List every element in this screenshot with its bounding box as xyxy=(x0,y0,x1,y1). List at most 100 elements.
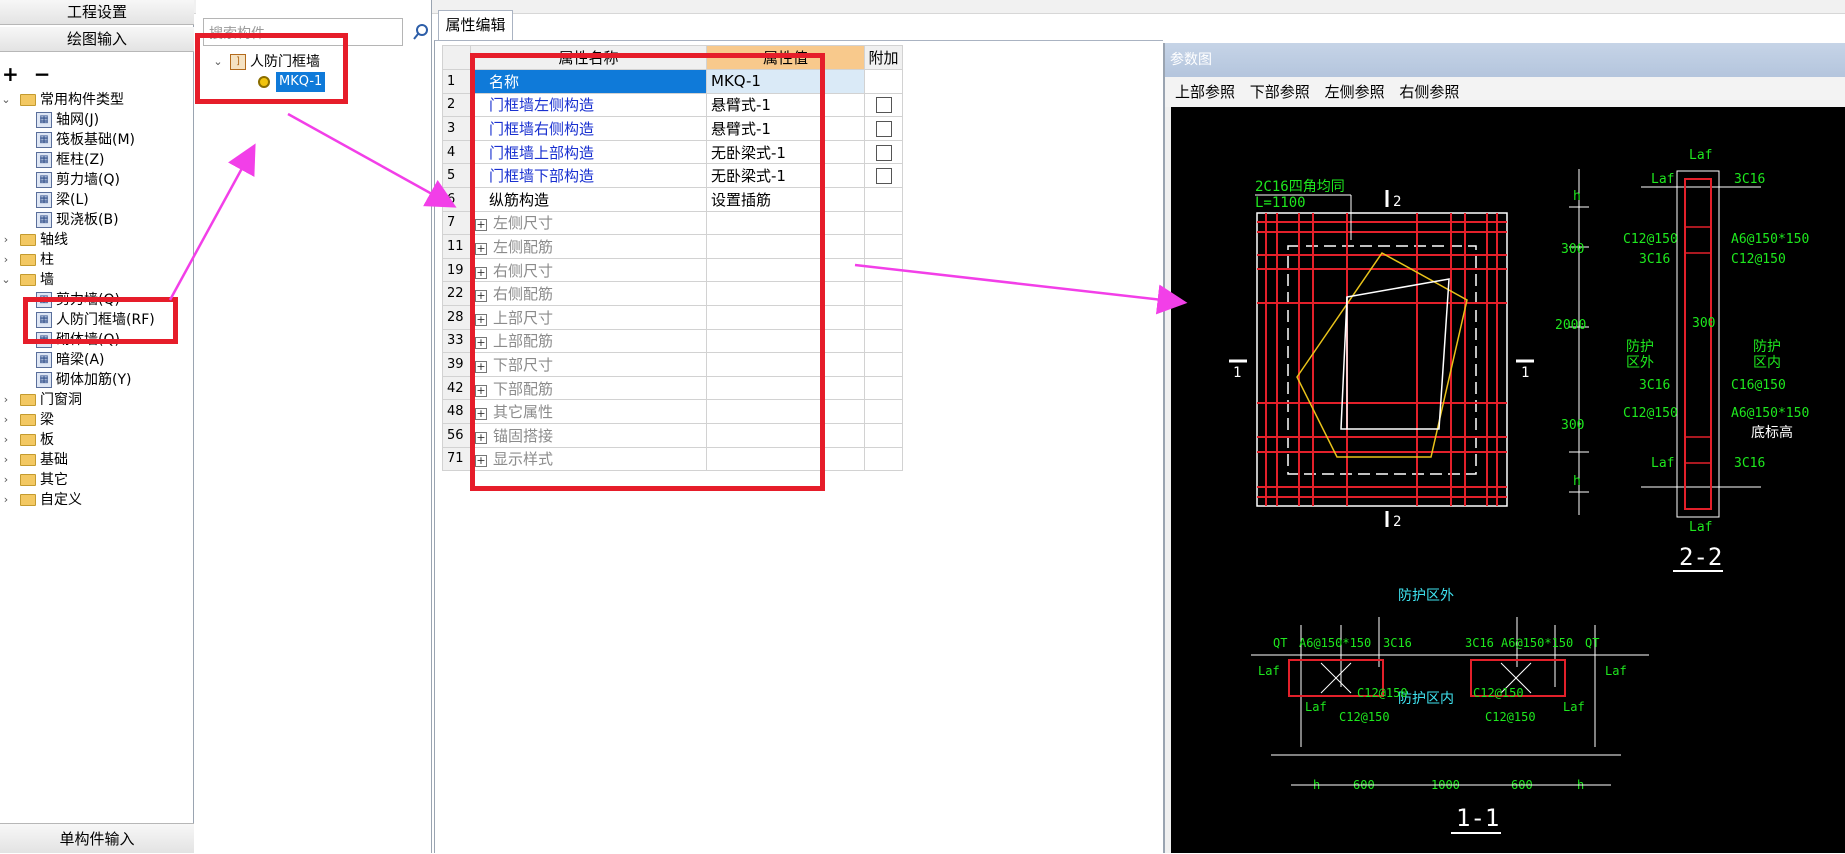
svg-text:Laf: Laf xyxy=(1563,700,1585,714)
svg-text:A6@150*150: A6@150*150 xyxy=(1501,636,1573,650)
svg-text:Laf: Laf xyxy=(1689,520,1712,535)
component-icon: ▦ xyxy=(36,352,52,368)
tree-label: 轴线 xyxy=(40,232,68,248)
svg-text:C12@150: C12@150 xyxy=(1623,232,1678,247)
svg-text:C16@150: C16@150 xyxy=(1731,378,1786,393)
attach-checkbox[interactable] xyxy=(875,97,892,114)
expand-collapse-icon[interactable]: + − xyxy=(2,62,54,86)
svg-text:300: 300 xyxy=(1561,242,1584,257)
row-number: 2 xyxy=(442,92,471,118)
component-icon: ▦ xyxy=(36,152,52,168)
attach-checkbox[interactable] xyxy=(875,144,892,161)
svg-text:QT: QT xyxy=(1585,636,1599,650)
svg-text:A6@150*150: A6@150*150 xyxy=(1731,232,1809,247)
svg-text:C12@150: C12@150 xyxy=(1731,252,1786,267)
tree-label: 筏板基础(M) xyxy=(56,132,136,148)
attach-checkbox[interactable] xyxy=(875,120,892,137)
svg-text:区内: 区内 xyxy=(1753,355,1781,371)
drawing-input-button[interactable]: 绘图输入 xyxy=(0,27,194,52)
highlight-box-props xyxy=(470,53,825,491)
header-add: 附加 xyxy=(864,45,903,70)
param-window-title: 参数图 xyxy=(1165,43,1845,77)
tree-folder[interactable]: › 轴线 xyxy=(0,230,68,250)
tree-folder[interactable]: › 其它 xyxy=(0,470,68,490)
tree-folder[interactable]: ⌄ 墙 xyxy=(0,270,54,290)
tree-folder[interactable]: › 自定义 xyxy=(0,490,82,510)
attach-cell xyxy=(864,210,903,236)
svg-text:2: 2 xyxy=(1393,514,1401,530)
chevron-right-icon[interactable]: › xyxy=(0,430,12,450)
svg-text:2000: 2000 xyxy=(1555,318,1586,333)
highlight-box-mkq xyxy=(195,33,348,104)
attach-cell xyxy=(864,116,903,141)
highlight-box-rf xyxy=(23,297,178,344)
tree-item[interactable]: ▦ 梁(L) xyxy=(36,190,89,210)
svg-text:3C16: 3C16 xyxy=(1639,252,1670,267)
tree-item[interactable]: ▦ 框柱(Z) xyxy=(36,150,105,170)
svg-text:底标高: 底标高 xyxy=(1751,424,1793,441)
chevron-down-icon[interactable]: ⌄ xyxy=(0,90,12,110)
single-component-input-button[interactable]: 单构件输入 xyxy=(0,823,194,853)
row-number: 5 xyxy=(442,163,471,188)
tree-label: 梁(L) xyxy=(56,192,89,208)
attach-cell xyxy=(864,399,903,424)
tree-folder[interactable]: › 板 xyxy=(0,430,54,450)
chevron-down-icon[interactable]: ⌄ xyxy=(0,270,12,290)
svg-text:C12@150: C12@150 xyxy=(1357,686,1408,700)
tree-folder[interactable]: › 基础 xyxy=(0,450,68,470)
tree-folder[interactable]: › 门窗洞 xyxy=(0,390,82,410)
chevron-right-icon[interactable]: › xyxy=(0,490,12,510)
svg-text:300: 300 xyxy=(1692,316,1715,331)
svg-text:防护: 防护 xyxy=(1626,339,1654,355)
attach-checkbox[interactable] xyxy=(875,168,892,185)
row-number: 11 xyxy=(442,234,471,259)
tree-item[interactable]: ▦ 砌体加筋(Y) xyxy=(36,370,131,390)
chevron-right-icon[interactable]: › xyxy=(0,390,12,410)
top-reference-button[interactable]: 上部参照 xyxy=(1175,83,1235,101)
search-icon[interactable] xyxy=(412,23,430,41)
svg-text:C12@150: C12@150 xyxy=(1473,686,1524,700)
tree-folder[interactable]: › 梁 xyxy=(0,410,54,430)
row-number: 48 xyxy=(442,399,471,424)
tree-item[interactable]: ▦ 现浇板(B) xyxy=(36,210,119,230)
tree-item[interactable]: ▦ 筏板基础(M) xyxy=(36,130,135,150)
left-reference-button[interactable]: 左侧参照 xyxy=(1325,83,1385,101)
tab-property-edit[interactable]: 属性编辑 xyxy=(438,10,513,40)
attach-cell xyxy=(864,186,903,212)
chevron-right-icon[interactable]: › xyxy=(0,250,12,270)
row-number: 71 xyxy=(442,446,471,472)
chevron-right-icon[interactable]: › xyxy=(0,450,12,470)
tree-folder[interactable]: › 柱 xyxy=(0,250,54,270)
tree-item[interactable]: ▦ 剪力墙(Q) xyxy=(36,170,120,190)
tree-folder[interactable]: ⌄ 常用构件类型 xyxy=(0,90,124,110)
tree-label: 自定义 xyxy=(40,492,82,508)
svg-text:1: 1 xyxy=(1233,365,1241,381)
svg-text:C12@150: C12@150 xyxy=(1485,710,1536,724)
svg-text:300: 300 xyxy=(1561,418,1584,433)
tree-label: 暗梁(A) xyxy=(56,352,105,368)
svg-text:C12@150: C12@150 xyxy=(1339,710,1390,724)
left-panel: 工程设置 绘图输入 + − ⌄ 常用构件类型 ▦ 轴网(J) ▦ 筏板基础(M) ▦ 框柱(Z… xyxy=(0,0,194,853)
svg-text:Laf: Laf xyxy=(1258,664,1280,678)
folder-icon xyxy=(20,454,36,466)
component-icon: ▦ xyxy=(36,112,52,128)
tree-label: 板 xyxy=(40,432,54,448)
svg-text:A6@150*150: A6@150*150 xyxy=(1299,636,1371,650)
chevron-right-icon[interactable]: › xyxy=(0,410,12,430)
project-settings-button[interactable]: 工程设置 xyxy=(0,0,194,25)
svg-text:1-1: 1-1 xyxy=(1456,804,1499,832)
svg-text:区外: 区外 xyxy=(1626,355,1654,371)
attach-cell xyxy=(864,422,903,448)
bottom-reference-button[interactable]: 下部参照 xyxy=(1250,83,1310,101)
component-icon: ▦ xyxy=(36,132,52,148)
tree-item[interactable]: ▦ 暗梁(A) xyxy=(36,350,105,370)
svg-text:3C16: 3C16 xyxy=(1639,378,1670,393)
svg-text:Laf: Laf xyxy=(1605,664,1627,678)
attach-cell xyxy=(864,257,903,283)
svg-text:h: h xyxy=(1573,474,1581,489)
right-reference-button[interactable]: 右侧参照 xyxy=(1399,83,1459,101)
chevron-right-icon[interactable]: › xyxy=(0,230,12,250)
chevron-right-icon[interactable]: › xyxy=(0,470,12,490)
svg-text:1: 1 xyxy=(1521,365,1529,381)
tree-item[interactable]: ▦ 轴网(J) xyxy=(36,110,99,130)
